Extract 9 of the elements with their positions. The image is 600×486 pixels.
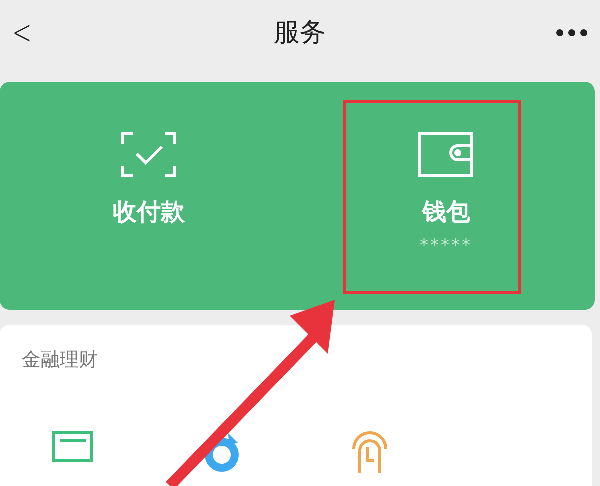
section-title: 金融理财 xyxy=(22,348,99,373)
balance-mask: ***** xyxy=(420,236,472,256)
wallet-icon xyxy=(418,132,474,178)
back-button[interactable]: < xyxy=(12,16,32,50)
scan-icon xyxy=(120,132,177,178)
service-label[interactable]: 钱包 xyxy=(422,196,470,228)
page-title: 服务 xyxy=(274,17,326,50)
more-icon[interactable] xyxy=(556,28,588,36)
service-label[interactable]: 收付款 xyxy=(112,196,185,228)
